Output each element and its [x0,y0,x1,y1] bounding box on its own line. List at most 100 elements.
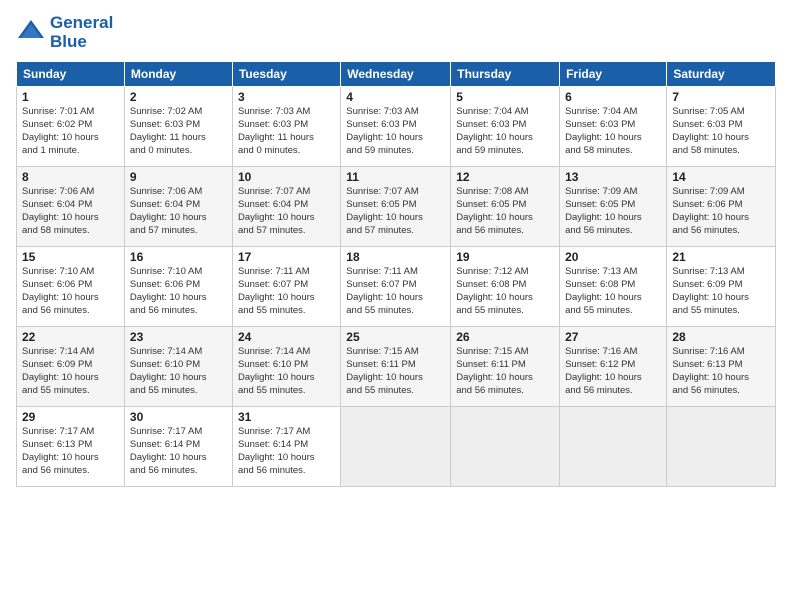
day-number: 14 [672,170,770,184]
weekday-header-cell: Friday [560,62,667,87]
calendar-day-cell: 17 Sunrise: 7:11 AMSunset: 6:07 PMDayligh… [232,247,340,327]
day-number: 3 [238,90,335,104]
weekday-header-cell: Thursday [451,62,560,87]
calendar-day-cell: 13 Sunrise: 7:09 AMSunset: 6:05 PMDayligh… [560,167,667,247]
day-info: Sunrise: 7:16 AMSunset: 6:13 PMDaylight:… [672,346,770,397]
day-info: Sunrise: 7:14 AMSunset: 6:09 PMDaylight:… [22,346,119,397]
day-number: 10 [238,170,335,184]
weekday-header-cell: Wednesday [341,62,451,87]
day-info: Sunrise: 7:11 AMSunset: 6:07 PMDaylight:… [238,266,335,317]
calendar-day-cell: 31Sunrise: 7:17 AMSunset: 6:14 PMDayligh… [232,407,340,487]
day-number: 30 [130,410,227,424]
calendar-day-cell: 19 Sunrise: 7:12 AMSunset: 6:08 PMDayligh… [451,247,560,327]
logo-icon [16,18,46,48]
calendar-day-cell: 2Sunrise: 7:02 AMSunset: 6:03 PMDaylight… [124,87,232,167]
day-info: Sunrise: 7:04 AMSunset: 6:03 PMDaylight:… [456,106,554,157]
calendar-day-cell: 1Sunrise: 7:01 AMSunset: 6:02 PMDaylight… [17,87,125,167]
day-info: Sunrise: 7:10 AMSunset: 6:06 PMDaylight:… [22,266,119,317]
weekday-header-cell: Saturday [667,62,776,87]
day-number: 29 [22,410,119,424]
calendar-day-cell: 12Sunrise: 7:08 AMSunset: 6:05 PMDayligh… [451,167,560,247]
calendar-day-cell: 5 Sunrise: 7:04 AMSunset: 6:03 PMDaylight… [451,87,560,167]
day-number: 25 [346,330,445,344]
calendar-day-cell: 22 Sunrise: 7:14 AMSunset: 6:09 PMDayligh… [17,327,125,407]
day-info: Sunrise: 7:09 AMSunset: 6:06 PMDaylight:… [672,186,770,237]
day-info: Sunrise: 7:07 AMSunset: 6:04 PMDaylight:… [238,186,335,237]
calendar-day-cell [560,407,667,487]
day-number: 17 [238,250,335,264]
calendar-body: 1Sunrise: 7:01 AMSunset: 6:02 PMDaylight… [17,87,776,487]
logo-text: General Blue [50,14,113,51]
day-info: Sunrise: 7:05 AMSunset: 6:03 PMDaylight:… [672,106,770,157]
logo: General Blue [16,14,113,51]
calendar-day-cell: 9 Sunrise: 7:06 AMSunset: 6:04 PMDaylight… [124,167,232,247]
calendar-week-row: 22 Sunrise: 7:14 AMSunset: 6:09 PMDayligh… [17,327,776,407]
day-number: 19 [456,250,554,264]
calendar-day-cell: 28 Sunrise: 7:16 AMSunset: 6:13 PMDayligh… [667,327,776,407]
page: General Blue SundayMondayTuesdayWednesda… [0,0,792,612]
calendar-week-row: 8 Sunrise: 7:06 AMSunset: 6:04 PMDaylight… [17,167,776,247]
day-info: Sunrise: 7:09 AMSunset: 6:05 PMDaylight:… [565,186,661,237]
day-number: 11 [346,170,445,184]
day-number: 24 [238,330,335,344]
calendar-day-cell: 10 Sunrise: 7:07 AMSunset: 6:04 PMDayligh… [232,167,340,247]
day-info: Sunrise: 7:12 AMSunset: 6:08 PMDaylight:… [456,266,554,317]
calendar-day-cell: 7 Sunrise: 7:05 AMSunset: 6:03 PMDaylight… [667,87,776,167]
calendar-day-cell: 27Sunrise: 7:16 AMSunset: 6:12 PMDayligh… [560,327,667,407]
calendar-day-cell: 14 Sunrise: 7:09 AMSunset: 6:06 PMDayligh… [667,167,776,247]
calendar-table: SundayMondayTuesdayWednesdayThursdayFrid… [16,61,776,487]
calendar-day-cell: 30Sunrise: 7:17 AMSunset: 6:14 PMDayligh… [124,407,232,487]
day-number: 21 [672,250,770,264]
calendar-day-cell: 23 Sunrise: 7:14 AMSunset: 6:10 PMDayligh… [124,327,232,407]
calendar-day-cell: 21Sunrise: 7:13 AMSunset: 6:09 PMDayligh… [667,247,776,327]
day-number: 4 [346,90,445,104]
day-info: Sunrise: 7:14 AMSunset: 6:10 PMDaylight:… [130,346,227,397]
calendar-day-cell: 18 Sunrise: 7:11 AMSunset: 6:07 PMDayligh… [341,247,451,327]
day-info: Sunrise: 7:06 AMSunset: 6:04 PMDaylight:… [22,186,119,237]
day-number: 22 [22,330,119,344]
day-number: 5 [456,90,554,104]
day-info: Sunrise: 7:11 AMSunset: 6:07 PMDaylight:… [346,266,445,317]
calendar-day-cell: 26 Sunrise: 7:15 AMSunset: 6:11 PMDayligh… [451,327,560,407]
day-info: Sunrise: 7:03 AMSunset: 6:03 PMDaylight:… [238,106,335,157]
calendar-day-cell: 29 Sunrise: 7:17 AMSunset: 6:13 PMDayligh… [17,407,125,487]
day-number: 15 [22,250,119,264]
day-number: 6 [565,90,661,104]
day-info: Sunrise: 7:04 AMSunset: 6:03 PMDaylight:… [565,106,661,157]
calendar-day-cell: 11 Sunrise: 7:07 AMSunset: 6:05 PMDayligh… [341,167,451,247]
day-info: Sunrise: 7:02 AMSunset: 6:03 PMDaylight:… [130,106,227,157]
day-number: 26 [456,330,554,344]
day-info: Sunrise: 7:13 AMSunset: 6:08 PMDaylight:… [565,266,661,317]
day-number: 23 [130,330,227,344]
day-number: 20 [565,250,661,264]
calendar-week-row: 29 Sunrise: 7:17 AMSunset: 6:13 PMDayligh… [17,407,776,487]
calendar-day-cell: 16Sunrise: 7:10 AMSunset: 6:06 PMDayligh… [124,247,232,327]
calendar-day-cell: 8 Sunrise: 7:06 AMSunset: 6:04 PMDaylight… [17,167,125,247]
weekday-header-cell: Sunday [17,62,125,87]
day-info: Sunrise: 7:06 AMSunset: 6:04 PMDaylight:… [130,186,227,237]
calendar-day-cell: 15 Sunrise: 7:10 AMSunset: 6:06 PMDayligh… [17,247,125,327]
day-number: 13 [565,170,661,184]
calendar-week-row: 1Sunrise: 7:01 AMSunset: 6:02 PMDaylight… [17,87,776,167]
day-number: 7 [672,90,770,104]
calendar-day-cell [667,407,776,487]
day-info: Sunrise: 7:17 AMSunset: 6:14 PMDaylight:… [238,426,335,477]
day-info: Sunrise: 7:01 AMSunset: 6:02 PMDaylight:… [22,106,119,157]
day-number: 12 [456,170,554,184]
day-number: 16 [130,250,227,264]
day-number: 8 [22,170,119,184]
day-number: 9 [130,170,227,184]
calendar-day-cell: 3 Sunrise: 7:03 AMSunset: 6:03 PMDaylight… [232,87,340,167]
day-number: 28 [672,330,770,344]
header: General Blue [16,14,776,51]
calendar-day-cell [451,407,560,487]
day-number: 18 [346,250,445,264]
calendar-day-cell: 20 Sunrise: 7:13 AMSunset: 6:08 PMDayligh… [560,247,667,327]
day-info: Sunrise: 7:15 AMSunset: 6:11 PMDaylight:… [346,346,445,397]
calendar-day-cell: 6 Sunrise: 7:04 AMSunset: 6:03 PMDaylight… [560,87,667,167]
calendar-day-cell: 25 Sunrise: 7:15 AMSunset: 6:11 PMDayligh… [341,327,451,407]
day-info: Sunrise: 7:15 AMSunset: 6:11 PMDaylight:… [456,346,554,397]
calendar-week-row: 15 Sunrise: 7:10 AMSunset: 6:06 PMDayligh… [17,247,776,327]
day-info: Sunrise: 7:17 AMSunset: 6:13 PMDaylight:… [22,426,119,477]
day-info: Sunrise: 7:07 AMSunset: 6:05 PMDaylight:… [346,186,445,237]
